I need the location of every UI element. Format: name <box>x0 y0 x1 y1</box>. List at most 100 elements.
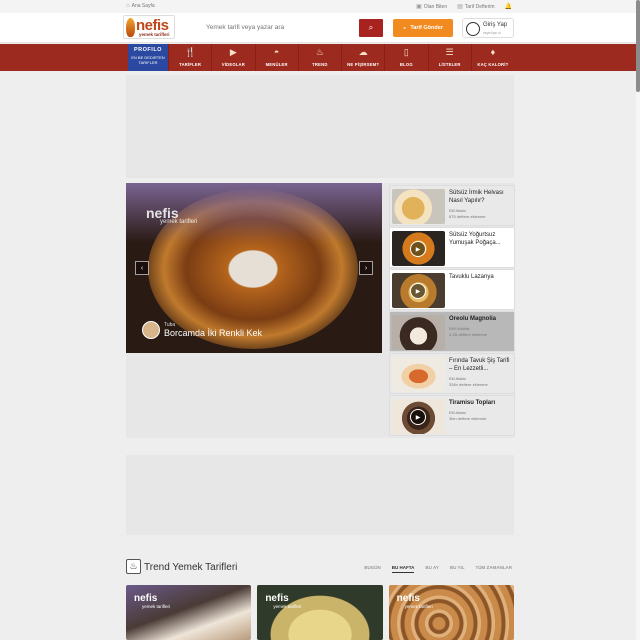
nav-item-tarifler[interactable]: 🍴 TARİFLER <box>168 44 211 71</box>
play-icon: ▶ <box>410 409 426 425</box>
tarif-defterim-label: Tarif Defterim <box>464 3 495 10</box>
nav-item-videolar[interactable]: ▶ VİDEOLAR <box>211 44 254 71</box>
main-nav: PROFILO EN BE DEDIRTEN TARIFLER 🍴 TARİFLE… <box>0 44 640 71</box>
list-item-title: Oreolu Magnolia <box>449 316 497 322</box>
nav-item-label: VİDEOLAR <box>221 62 245 67</box>
tab-bu-ay[interactable]: BU AY <box>425 565 438 573</box>
play-icon: ▶ <box>410 241 426 257</box>
home-icon: ⌂ <box>126 3 130 9</box>
recipe-card[interactable]: nefis yemek tarifleri <box>257 585 383 640</box>
cloche-icon: ◒ <box>403 25 407 31</box>
list-item-thumbnail <box>392 189 445 224</box>
user-icon <box>466 22 480 36</box>
nav-item-label: TARİFLER <box>179 62 202 67</box>
site-logo[interactable]: nefis yemek tarifleri <box>123 15 175 39</box>
list-item-thumbnail: ▶ <box>392 273 445 308</box>
trend-tabs: BUGÜN BU HAFTA BU AY BU YIL TÜM ZAMANLAR <box>364 565 512 573</box>
watermark-sub: yemek tarifleri <box>273 604 302 609</box>
search-bar: ⌕ <box>199 19 383 37</box>
nav-item-label: BLOG <box>399 62 413 67</box>
tab-bu-yil[interactable]: BU YIL <box>450 565 465 573</box>
list-item[interactable]: Sütsüz İrmik Helvası Nasıl Yapılır? Elif… <box>389 185 515 226</box>
tarif-defterim-link[interactable]: ▤ Tarif Defterim <box>457 3 495 11</box>
search-button[interactable]: ⌕ <box>359 19 383 37</box>
page-scrollbar[interactable] <box>636 0 640 640</box>
featured-list: Sütsüz İrmik Helvası Nasıl Yapılır? Elif… <box>389 185 515 437</box>
search-icon: ⌕ <box>368 23 374 32</box>
section-title: Trend Yemek Tarifleri <box>144 562 238 573</box>
search-input[interactable] <box>199 19 359 37</box>
avatar <box>142 321 160 339</box>
list-item-author: Elif Atalar <box>449 410 466 415</box>
slider-caption[interactable]: Tuba Borcamda İki Renkli Kek <box>142 321 262 339</box>
nav-item-ne-pisirsem[interactable]: ☁ NE PİŞİRSEM? <box>341 44 384 71</box>
chef-hat-icon: ☁ <box>358 47 368 57</box>
list-item-title: Sütsüz Yoğurtsuz Yumuşak Poğaça... <box>449 232 501 246</box>
nav-item-kac-kalori[interactable]: ♦ KAÇ KALORİ? <box>470 44 514 71</box>
login-subtitle: veya üye ol <box>483 31 501 35</box>
nav-item-menuler[interactable]: ◓ MENÜLER <box>254 44 298 71</box>
nav-item-label: LİSTELER <box>438 62 461 67</box>
nav-item-label: TREND <box>312 62 328 67</box>
home-link-label: Ana Sayfa <box>131 3 155 9</box>
watermark-sub: yemek tarifleri <box>160 219 198 225</box>
tab-bu-hafta[interactable]: BU HAFTA <box>391 565 415 573</box>
list-item-author: Elif Atalar <box>449 208 466 213</box>
home-link[interactable]: ⌂ Ana Sayfa <box>126 3 155 9</box>
nav-item-trend[interactable]: ♨ TREND <box>297 44 341 71</box>
watermark-sub: yemek tarifleri <box>142 604 171 609</box>
send-recipe-button[interactable]: ◒ Tarif Gönder <box>393 19 453 37</box>
notebook-icon: ▤ <box>457 4 463 10</box>
watermark-word: nefis <box>396 593 420 604</box>
nav-item-blog[interactable]: ▯ BLOG <box>384 44 427 71</box>
scrollbar-thumb[interactable] <box>636 0 640 92</box>
chevron-right-icon: › <box>364 264 368 272</box>
nav-item-label: NE PİŞİRSEM? <box>347 62 380 67</box>
book-icon: ▯ <box>403 47 409 57</box>
profilo-sponsor-link[interactable]: PROFILO EN BE DEDIRTEN TARIFLER <box>128 44 168 71</box>
slider-prev-button[interactable]: ‹ <box>135 261 149 275</box>
nav-item-label: MENÜLER <box>265 62 288 67</box>
watermark: nefis yemek tarifleri <box>265 593 301 609</box>
play-icon: ▶ <box>410 283 426 299</box>
news-icon: ▣ <box>416 4 422 10</box>
login-button[interactable]: Giriş Yap veya üye ol <box>462 18 514 38</box>
trend-section-header: ♨ Trend Yemek Tarifleri BUGÜN BU HAFTA B… <box>126 558 514 576</box>
trend-cards: nefis yemek tarifleri nefis yemek tarifler… <box>126 585 514 640</box>
slider-next-button[interactable]: › <box>359 261 373 275</box>
list-item[interactable]: Fırında Tavuk Şiş Tarifi – En Lezzetli..… <box>389 353 515 394</box>
nav-item-listeler[interactable]: ☰ LİSTELER <box>427 44 471 71</box>
watermark-word: nefis <box>134 593 158 604</box>
olan-biten-label: Olan Biten <box>423 3 448 10</box>
watermark: nefis yemek tarifleri <box>397 593 433 609</box>
ice-cream-icon: ♦ <box>490 47 496 57</box>
send-recipe-label: Tarif Gönder <box>410 25 443 31</box>
flame-logo-icon <box>126 18 135 37</box>
nav-item-label: KAÇ KALORİ? <box>477 62 509 67</box>
list-item[interactable]: ▶ Tavuklu Lazanya <box>389 269 515 310</box>
recipe-card[interactable]: nefis yemek tarifleri <box>126 585 252 640</box>
list-item[interactable]: ▶ Tiramisu Topları Elif Atalar 3bin deft… <box>389 395 515 436</box>
tab-bugun[interactable]: BUGÜN <box>364 565 381 573</box>
list-item-meta: 3bin deftere eklenme <box>449 416 487 421</box>
utensils-icon: 🍴 <box>184 47 196 57</box>
ad-placeholder-top <box>126 75 514 178</box>
list-item-thumbnail: ▶ <box>392 231 445 266</box>
tab-tum-zamanlar[interactable]: TÜM ZAMANLAR <box>476 565 513 573</box>
list-item-meta: 336n deftere eklenme <box>449 382 488 387</box>
trend-icon: ♨ <box>126 559 141 574</box>
logo-subtitle: yemek tarifleri <box>139 32 170 37</box>
recipe-card[interactable]: nefis yemek tarifleri <box>388 585 514 640</box>
list-item-title: Tavuklu Lazanya <box>449 274 494 280</box>
list-item[interactable]: Oreolu Magnolia Elif'f Mutfak 3,1B defte… <box>389 311 515 352</box>
list-item-meta: 875 deftere eklenme <box>449 214 486 219</box>
list-item-author: Elif'f Mutfak <box>449 326 470 331</box>
list-item-thumbnail <box>392 315 445 350</box>
bell-icon[interactable]: 🔔 <box>505 3 512 10</box>
olan-biten-link[interactable]: ▣ Olan Biten <box>416 3 448 11</box>
list-item[interactable]: ▶ Sütsüz Yoğurtsuz Yumuşak Poğaça... <box>389 227 515 268</box>
site-header: nefis yemek tarifleri ⌕ ◒ Tarif Gönder G… <box>0 13 640 43</box>
watermark: nefis yemek tarifleri <box>134 593 170 609</box>
featured-slider[interactable]: nefis yemek tarifleri ‹ › Tuba Borcamda İ… <box>126 183 382 353</box>
flame-icon: ♨ <box>315 47 324 57</box>
